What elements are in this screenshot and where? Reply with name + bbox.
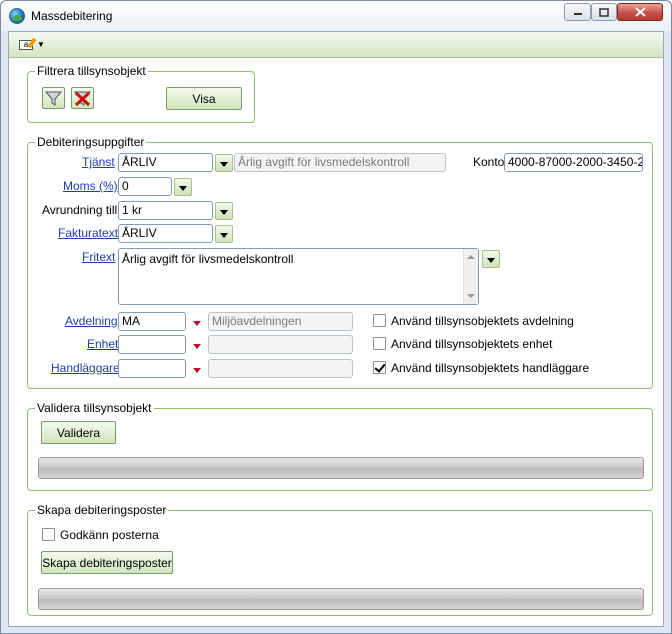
scroll-up-icon[interactable]: [467, 255, 475, 259]
create-progress-bar: [38, 588, 644, 610]
minimize-icon: [573, 13, 582, 15]
avrundning-input[interactable]: 1 kr: [118, 201, 213, 220]
debit-details-group: Debiteringsuppgifter Tjänst ÅRLIV Årlig …: [27, 135, 653, 389]
toolbar: a ▼: [9, 32, 663, 58]
scroll-down-icon[interactable]: [467, 294, 475, 298]
avrundning-dropdown-button[interactable]: [215, 202, 233, 220]
handlaggare-checkbox-label: Använd tillsynsobjektets handläggare: [391, 361, 590, 375]
fakturatext-input[interactable]: ÅRLIV: [118, 224, 213, 243]
fritext-textarea[interactable]: Årlig avgift för livsmedelskontroll: [118, 248, 479, 305]
minimize-button[interactable]: [564, 3, 591, 21]
moms-input[interactable]: 0: [118, 177, 172, 196]
maximize-button[interactable]: [591, 3, 617, 21]
maximize-icon: [599, 7, 609, 17]
debit-legend: Debiteringsuppgifter: [35, 135, 147, 149]
fritext-link[interactable]: Fritext: [82, 250, 115, 264]
validate-progress-bar: [38, 457, 644, 479]
avdelning-input[interactable]: MA: [118, 312, 186, 331]
handlaggare-description: [208, 359, 353, 378]
avdelning-checkbox[interactable]: [373, 314, 386, 327]
handlaggare-checkbox[interactable]: [373, 361, 386, 374]
clear-filter-button[interactable]: [71, 87, 94, 109]
fritext-dropdown-button[interactable]: [482, 250, 500, 268]
fakturatext-dropdown-button[interactable]: [215, 225, 233, 243]
enhet-dropdown-button[interactable]: [188, 336, 206, 354]
godkann-checkbox[interactable]: [42, 528, 55, 541]
skapa-debiteringsposter-button[interactable]: Skapa debiteringsposter: [41, 551, 173, 574]
validate-legend: Validera tillsynsobjekt: [35, 401, 154, 415]
visa-button[interactable]: Visa: [166, 87, 242, 110]
avdelning-checkbox-label: Använd tillsynsobjektets avdelning: [391, 314, 574, 328]
massdebitering-window: Massdebitering a ▼ Filtrera tillsynsobjek…: [0, 0, 672, 634]
avdelning-description: Miljöavdelningen: [208, 312, 353, 331]
fritext-text: Årlig avgift för livsmedelskontroll: [122, 252, 294, 266]
enhet-link[interactable]: Enhet: [87, 337, 118, 351]
enhet-input[interactable]: [118, 335, 186, 354]
tjanst-link[interactable]: Tjänst: [82, 155, 115, 169]
text-template-icon[interactable]: a ▼: [19, 37, 45, 52]
enhet-description: [208, 335, 353, 354]
client-area: a ▼ Filtrera tillsynsobjekt Visa Debiteri…: [8, 31, 664, 627]
funnel-icon: [44, 91, 63, 106]
filter-button[interactable]: [42, 87, 65, 109]
avdelning-dropdown-button[interactable]: [188, 313, 206, 331]
fritext-scrollbar[interactable]: [463, 249, 478, 304]
title-bar[interactable]: Massdebitering: [1, 1, 671, 31]
tjanst-input[interactable]: ÅRLIV: [118, 153, 213, 172]
validate-group: Validera tillsynsobjekt Validera: [27, 401, 653, 491]
enhet-checkbox-label: Använd tillsynsobjektets enhet: [391, 337, 553, 351]
close-icon: [634, 7, 646, 17]
avdelning-link[interactable]: Avdelning: [65, 314, 118, 328]
filter-legend: Filtrera tillsynsobjekt: [35, 64, 148, 78]
validera-button[interactable]: Validera: [41, 421, 116, 444]
fakturatext-link[interactable]: Fakturatext: [58, 226, 118, 240]
moms-dropdown-button[interactable]: [174, 178, 192, 196]
app-globe-icon: [9, 8, 25, 24]
window-title: Massdebitering: [31, 9, 113, 23]
create-group: Skapa debiteringsposter Godkänn posterna…: [27, 503, 653, 616]
konto-label: Konto: [473, 155, 505, 169]
filter-group: Filtrera tillsynsobjekt Visa: [27, 64, 255, 123]
tjanst-description: Årlig avgift för livsmedelskontroll: [234, 153, 446, 172]
enhet-checkbox[interactable]: [373, 337, 386, 350]
clear-filter-icon: [73, 91, 92, 107]
godkann-label: Godkänn posterna: [60, 528, 159, 542]
konto-input[interactable]: 4000-87000-2000-3450-230: [504, 153, 643, 172]
handlaggare-dropdown-button[interactable]: [188, 360, 206, 378]
handlaggare-link[interactable]: Handläggare: [51, 361, 120, 375]
handlaggare-input[interactable]: [118, 359, 186, 378]
create-legend: Skapa debiteringsposter: [35, 503, 169, 517]
moms-link[interactable]: Moms (%): [63, 179, 118, 193]
avrundning-label: Avrundning till: [42, 203, 118, 217]
tjanst-dropdown-button[interactable]: [215, 154, 233, 172]
close-button[interactable]: [617, 3, 663, 21]
